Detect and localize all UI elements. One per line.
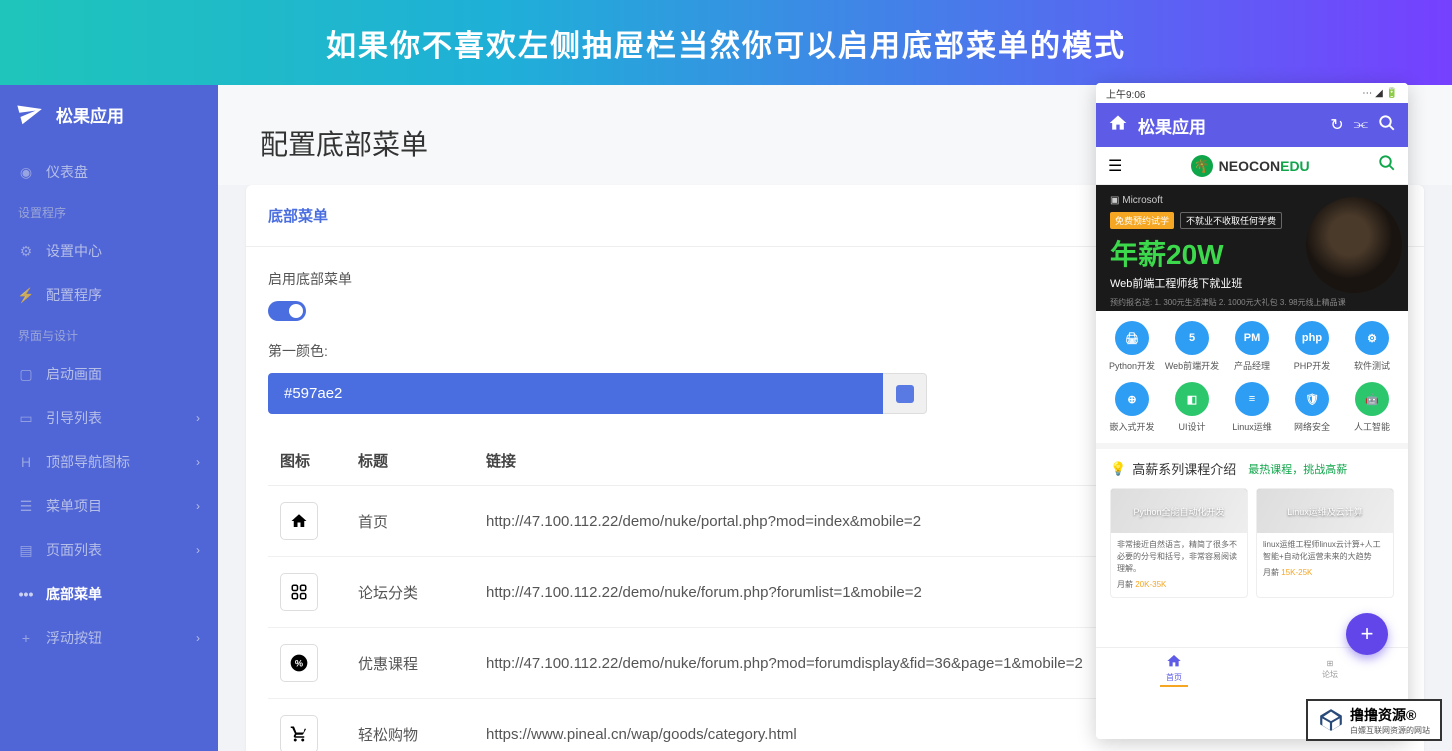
phone-app-title: 松果应用: [1138, 113, 1320, 138]
phone-preview: 上午9:06⋯ ◢ 🔋 松果应用 ↻ ⫘ ☰ 🌴NEOCONEDU ▣ Micr…: [1096, 83, 1408, 739]
th-title: 标题: [346, 436, 474, 486]
category-item[interactable]: ◧UI设计: [1164, 382, 1220, 433]
heading-icon: H: [18, 454, 34, 470]
bulb-icon: 💡: [1110, 461, 1126, 477]
row-title: 优惠课程: [346, 628, 474, 699]
plug-icon: ⚡: [18, 287, 34, 303]
category-item[interactable]: 🤖人工智能: [1344, 382, 1400, 433]
tab-forum[interactable]: ⊞论坛: [1252, 648, 1408, 691]
phone-appbar: 松果应用 ↻ ⫘: [1096, 103, 1408, 147]
grid-icon: ⊞: [1327, 659, 1334, 668]
sliders-icon: ⚙: [18, 243, 34, 259]
hero-banner[interactable]: ▣ Microsoft 免费预约试学不就业不收取任何学费 年薪20W Web前端…: [1096, 185, 1408, 311]
chevron-right-icon: ›: [196, 631, 200, 645]
phone-header: ☰ 🌴NEOCONEDU: [1096, 147, 1408, 185]
chevron-right-icon: ›: [196, 543, 200, 557]
search-icon[interactable]: [1378, 114, 1396, 137]
color-input[interactable]: [268, 373, 883, 414]
search-icon[interactable]: [1378, 154, 1396, 177]
pages-icon: ▤: [18, 542, 34, 558]
plus-icon: +: [18, 630, 34, 646]
category-grid: 🖨Python开发5Web前端开发PM产品经理phpPHP开发⚙软件测试 ⊕嵌入式…: [1096, 311, 1408, 443]
sidebar-item-settings[interactable]: ⚙设置中心: [0, 229, 218, 273]
sidebar-item-guide[interactable]: ▭引导列表›: [0, 396, 218, 440]
sidebar-item-pages[interactable]: ▤页面列表›: [0, 528, 218, 572]
hamburger-icon[interactable]: ☰: [1108, 156, 1122, 176]
phone-statusbar: 上午9:06⋯ ◢ 🔋: [1096, 83, 1408, 103]
cube-icon: [1318, 707, 1344, 733]
color-picker-button[interactable]: [883, 373, 927, 414]
category-icon: ◧: [1175, 382, 1209, 416]
share-icon[interactable]: ⫘: [1354, 116, 1368, 134]
course-card[interactable]: Linux运维及云计算linux运维工程师linux云计算+人工智能+自动化运营…: [1256, 488, 1394, 598]
promo-banner: 如果你不喜欢左侧抽屉栏当然你可以启用底部菜单的模式: [0, 0, 1452, 85]
sidebar-section: 设置程序: [0, 194, 218, 229]
category-icon: 5: [1175, 321, 1209, 355]
category-icon: ⊕: [1115, 382, 1149, 416]
dots-icon: •••: [18, 586, 34, 602]
sidebar-item-float[interactable]: +浮动按钮›: [0, 616, 218, 660]
chevron-right-icon: ›: [196, 411, 200, 425]
category-item[interactable]: 🛡网络安全: [1284, 382, 1340, 433]
paper-plane-icon: [14, 96, 47, 133]
category-item[interactable]: ⚙软件测试: [1344, 321, 1400, 372]
list-icon: ☰: [18, 498, 34, 514]
row-icon[interactable]: [280, 502, 318, 540]
row-title: 论坛分类: [346, 557, 474, 628]
course-section: 💡高薪系列课程介绍最热课程，挑战高薪 Python全能自动化开发非常接近自然语言…: [1096, 443, 1408, 608]
category-icon: 🖨: [1115, 321, 1149, 355]
home-icon[interactable]: [1108, 113, 1128, 138]
category-icon: ⚙: [1355, 321, 1389, 355]
sidebar-item-topnav[interactable]: H顶部导航图标›: [0, 440, 218, 484]
course-card[interactable]: Python全能自动化开发非常接近自然语言，精简了很多不必要的分号和括号，非常容…: [1110, 488, 1248, 598]
sidebar-item-dashboard[interactable]: ◉仪表盘: [0, 150, 218, 194]
category-item[interactable]: PM产品经理: [1224, 321, 1280, 372]
logo[interactable]: 松果应用: [0, 85, 218, 150]
sidebar-item-menu[interactable]: ☰菜单项目›: [0, 484, 218, 528]
category-item[interactable]: ≡Linux运维: [1224, 382, 1280, 433]
category-item[interactable]: ⊕嵌入式开发: [1104, 382, 1160, 433]
category-icon: 🤖: [1355, 382, 1389, 416]
svg-text:%: %: [295, 658, 303, 668]
row-icon[interactable]: [280, 715, 318, 751]
sidebar-item-bottom-menu[interactable]: •••底部菜单: [0, 572, 218, 616]
sidebar: 松果应用 ◉仪表盘 设置程序 ⚙设置中心 ⚡配置程序 界面与设计 ▢启动画面 ▭…: [0, 85, 218, 751]
monkey-image: [1306, 197, 1402, 293]
th-icon: 图标: [268, 436, 346, 486]
category-icon: 🛡: [1295, 382, 1329, 416]
tab-home[interactable]: 首页: [1096, 648, 1252, 691]
app-name: 松果应用: [56, 102, 124, 127]
sidebar-item-config[interactable]: ⚡配置程序: [0, 273, 218, 317]
watermark: 撸撸资源®白嫖互联网资源的网站: [1306, 699, 1442, 741]
category-icon: php: [1295, 321, 1329, 355]
banner-text: 如果你不喜欢左侧抽屉栏当然你可以启用底部菜单的模式: [326, 21, 1126, 65]
guide-icon: ▭: [18, 410, 34, 426]
row-icon[interactable]: %: [280, 644, 318, 682]
palm-icon: 🌴: [1191, 155, 1213, 177]
sidebar-section: 界面与设计: [0, 317, 218, 352]
fab-add-button[interactable]: +: [1346, 613, 1388, 655]
refresh-icon[interactable]: ↻: [1330, 115, 1343, 135]
neocon-logo: 🌴NEOCONEDU: [1191, 155, 1310, 177]
category-icon: ≡: [1235, 382, 1269, 416]
row-icon[interactable]: [280, 573, 318, 611]
dashboard-icon: ◉: [18, 164, 34, 180]
enable-toggle[interactable]: [268, 301, 306, 321]
image-icon: ▢: [18, 366, 34, 382]
signal-battery-icon: ⋯ ◢ 🔋: [1362, 88, 1398, 99]
category-item[interactable]: 5Web前端开发: [1164, 321, 1220, 372]
home-icon: [1166, 653, 1182, 671]
sidebar-item-splash[interactable]: ▢启动画面: [0, 352, 218, 396]
chevron-right-icon: ›: [196, 455, 200, 469]
chevron-right-icon: ›: [196, 499, 200, 513]
color-swatch: [896, 385, 914, 403]
category-icon: PM: [1235, 321, 1269, 355]
row-title: 首页: [346, 486, 474, 557]
row-title: 轻松购物: [346, 699, 474, 751]
category-item[interactable]: phpPHP开发: [1284, 321, 1340, 372]
category-item[interactable]: 🖨Python开发: [1104, 321, 1160, 372]
